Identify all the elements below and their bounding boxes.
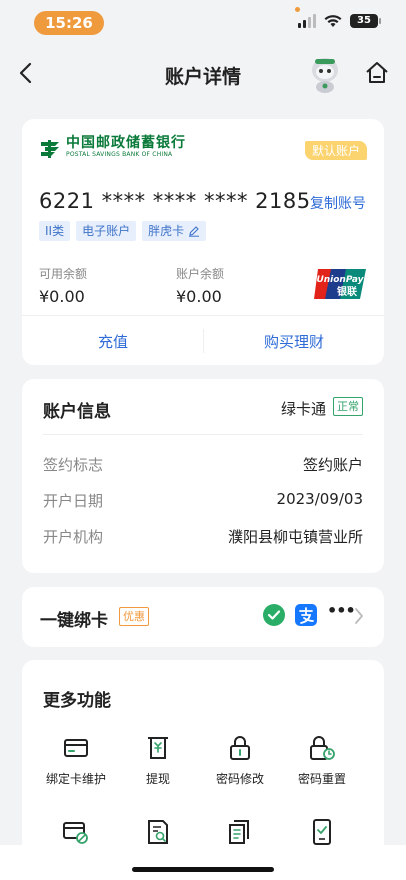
copy-account-button[interactable]: 复制账号: [310, 193, 366, 213]
status-time: 15:26: [34, 11, 104, 35]
func-label: 密码重置: [297, 772, 346, 786]
account-info-title: 账户信息: [43, 402, 111, 422]
open-branch-label: 开户机构: [43, 528, 104, 546]
bank-card: 中国邮政储蓄银行 POSTAL SAVINGS BANK OF CHINA 默认…: [22, 119, 384, 365]
info-divider: [43, 434, 363, 435]
document-search-icon: [148, 820, 168, 844]
bind-card-title: 一键绑卡: [40, 611, 108, 631]
recharge-button[interactable]: 充值: [98, 331, 128, 352]
available-balance-label: 可用余额: [39, 267, 88, 281]
func-password-change[interactable]: 密码修改: [200, 734, 280, 787]
unionpay-cn-text: 银联: [337, 285, 357, 298]
account-tags: II类 电子账户 胖虎卡: [39, 221, 207, 241]
available-balance-value: ¥0.00: [39, 287, 85, 306]
action-divider: [203, 329, 204, 353]
bottom-bar: [0, 845, 406, 880]
chevron-right-icon: [355, 608, 363, 624]
psbc-logo-icon: [41, 139, 59, 158]
status-icons: 35: [298, 14, 381, 28]
status-bar: 15:26 35: [0, 0, 406, 44]
nav-bar: 账户详情: [0, 50, 406, 98]
home-indicator[interactable]: [132, 867, 274, 872]
func-label: 绑定卡维护: [45, 772, 106, 786]
sign-flag-label: 签约标志: [43, 456, 104, 474]
battery-icon: 35: [350, 14, 381, 28]
func-label: 密码修改: [215, 772, 264, 786]
status-badge: 正常: [333, 397, 363, 416]
alipay-icon: [295, 604, 317, 626]
buy-wealth-button[interactable]: 购买理财: [264, 331, 324, 352]
account-balance-value: ¥0.00: [176, 287, 222, 306]
account-info-card: 账户信息 绿卡通 正常 签约标志 签约账户 开户日期 2023/09/03 开户…: [22, 379, 384, 573]
account-balance-label: 账户余额: [176, 267, 225, 281]
documents-icon: [229, 820, 249, 844]
edit-icon[interactable]: [188, 225, 200, 237]
signal-icon: [298, 14, 316, 28]
card-cancel-icon: [63, 822, 88, 844]
func-password-reset[interactable]: 密码重置: [282, 734, 362, 787]
unionpay-text: UnionPay: [316, 275, 364, 285]
func-label: 提现: [145, 772, 170, 786]
wifi-icon: [324, 15, 342, 27]
sign-flag-value: 签约账户: [302, 456, 363, 474]
card-divider: [22, 315, 384, 316]
func-withdraw[interactable]: 提现: [118, 734, 198, 787]
page-title: 账户详情: [164, 66, 241, 88]
phone-doc-icon: [313, 819, 331, 845]
tag-account-class: II类: [39, 221, 71, 241]
open-branch-value: 濮阳县柳屯镇营业所: [227, 528, 363, 546]
one-click-bind-row[interactable]: 一键绑卡 优惠 •••: [22, 587, 384, 647]
green-card-link: 绿卡通: [280, 400, 326, 418]
func-bound-card-maintenance[interactable]: 绑定卡维护: [36, 734, 116, 787]
open-date-label: 开户日期: [43, 492, 104, 510]
bank-logo: 中国邮政储蓄银行 POSTAL SAVINGS BANK OF CHINA: [39, 136, 186, 159]
tag-electronic-account: 电子账户: [76, 221, 137, 241]
bank-name: 中国邮政储蓄银行: [66, 135, 186, 151]
card-number: 6221 **** **** **** 2185: [39, 189, 311, 213]
lock-reset-icon: [310, 736, 335, 760]
mascot-avatar-icon[interactable]: [306, 54, 344, 94]
tag-card-nickname[interactable]: 胖虎卡: [142, 221, 207, 241]
promo-badge: 优惠: [119, 607, 149, 626]
bank-name-en: POSTAL SAVINGS BANK OF CHINA: [66, 151, 173, 158]
wechat-pay-icon: [263, 604, 285, 626]
card-nickname-label: 胖虎卡: [148, 224, 185, 238]
default-account-badge: 默认账户: [304, 141, 367, 160]
recording-dot: [295, 7, 300, 12]
withdraw-icon: [148, 737, 168, 759]
unionpay-logo-icon: UnionPay 银联: [314, 269, 366, 299]
more-functions-title: 更多功能: [43, 691, 111, 711]
home-icon[interactable]: [364, 60, 390, 86]
more-dots: •••: [327, 601, 356, 620]
card-icon: [64, 739, 88, 757]
lock-icon: [230, 736, 250, 760]
open-date-value: 2023/09/03: [276, 490, 363, 508]
